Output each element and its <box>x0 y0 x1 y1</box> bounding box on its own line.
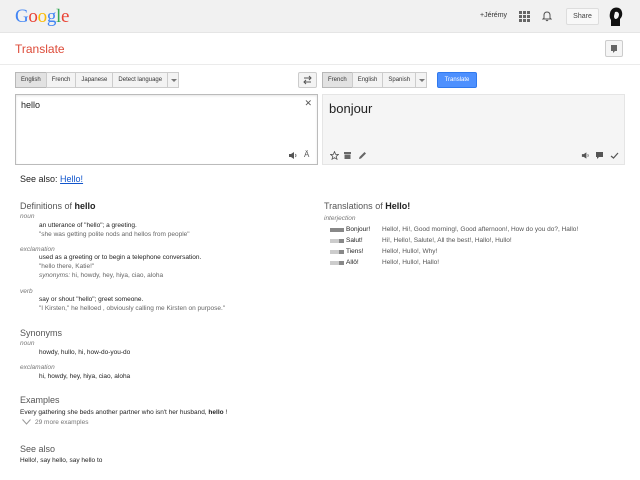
synonyms-words[interactable]: howdy, hullo, hi, how-do-you-do <box>39 349 130 356</box>
speaker-icon[interactable] <box>581 151 590 160</box>
edit-pencil-icon[interactable] <box>358 151 367 160</box>
translation-row: Bonjour! Hello!, Hi!, Good morning!, Good… <box>330 226 630 236</box>
definition-text: used as a greeting or to begin a telepho… <box>39 254 202 261</box>
translate-button[interactable]: Translate <box>437 72 477 88</box>
translation-row: Salut! Hi!, Hello!, Salute!, All the best… <box>330 237 630 247</box>
feedback-button[interactable] <box>605 40 623 57</box>
pos-label: interjection <box>324 215 356 222</box>
example-text-end: ! <box>223 409 228 416</box>
synonyms-list[interactable]: hi, howdy, hey, hiya, ciao, aloha <box>72 272 163 279</box>
language-tab[interactable]: Japanese <box>75 72 114 88</box>
translation-word[interactable]: Tiens! <box>346 248 363 255</box>
definition-example: "she was getting polite nods and hellos … <box>39 231 190 238</box>
source-text-area[interactable]: hello ✕ Ä <box>15 94 318 165</box>
synonyms-title: Synonyms <box>20 328 63 338</box>
see-also-suggestion: See also: Hello! <box>20 174 83 184</box>
target-language-bar: French English Spanish <box>322 72 428 88</box>
definition-example: "I Kirsten," he helloed , obviously call… <box>39 305 226 312</box>
clear-icon[interactable]: ✕ <box>304 98 312 109</box>
language-tab[interactable]: English <box>351 72 384 88</box>
translation-word[interactable]: Bonjour! <box>346 226 370 233</box>
pos-label: noun <box>20 213 35 220</box>
see-also-link[interactable]: Hello! <box>60 174 83 184</box>
pos-label: noun <box>20 340 35 347</box>
reverse-translations[interactable]: Hello!, Hi!, Good morning!, Good afterno… <box>382 226 578 233</box>
see-also-label: See also: <box>20 174 58 184</box>
avatar[interactable] <box>607 6 625 27</box>
pos-label: verb <box>20 288 33 295</box>
definition-text: say or shout "hello"; greet someone. <box>39 296 144 303</box>
reverse-translations[interactable]: Hello!, Hullo!, Hallo! <box>382 259 439 266</box>
logo-letter: e <box>61 6 70 27</box>
page-title: Translate <box>15 42 65 56</box>
share-button[interactable]: Share <box>566 8 599 25</box>
definition-synonyms: synonyms: hi, howdy, hey, hiya, ciao, al… <box>39 272 163 279</box>
logo-letter: o <box>37 6 48 27</box>
top-bar: Google +Jérémy Share <box>0 0 640 33</box>
google-logo[interactable]: Google <box>15 6 69 28</box>
language-tab[interactable]: French <box>45 72 77 88</box>
header-row: Translate <box>0 33 640 65</box>
definitions-title: Definitions of hello <box>20 201 96 211</box>
swap-languages-button[interactable] <box>298 72 317 88</box>
logo-letter: g <box>46 6 57 27</box>
reverse-translations[interactable]: Hello!, Hullo!, Why! <box>382 248 437 255</box>
language-tab[interactable]: English <box>15 72 47 88</box>
translations-word: Hello! <box>385 201 411 211</box>
input-tools-icon[interactable]: Ä <box>304 150 309 159</box>
synonyms-label: synonyms: <box>39 272 71 279</box>
more-examples-label: 29 more examples <box>35 419 89 426</box>
definition-text: an utterance of "hello"; a greeting. <box>39 222 137 229</box>
user-profile-link[interactable]: +Jérémy <box>480 12 507 19</box>
source-language-bar: English French Japanese Detect language <box>15 72 180 88</box>
reverse-translations[interactable]: Hi!, Hello!, Salute!, All the best!, Hal… <box>382 237 512 244</box>
chevron-down-icon[interactable] <box>415 72 428 88</box>
translation-row: Tiens! Hello!, Hullo!, Why! <box>330 248 630 258</box>
chevron-down-icon[interactable] <box>167 72 180 88</box>
language-tab[interactable]: Spanish <box>382 72 417 88</box>
pos-label: exclamation <box>20 246 55 253</box>
result-text[interactable]: bonjour <box>329 101 372 116</box>
translations-title-prefix: Translations of <box>324 201 383 211</box>
phrasebook-icon[interactable] <box>343 151 352 160</box>
star-icon[interactable] <box>330 151 339 160</box>
see-also-title: See also <box>20 444 56 454</box>
swap-icon <box>303 75 312 85</box>
translation-word[interactable]: Salut! <box>346 237 363 244</box>
chevron-down-icon <box>22 419 31 426</box>
speaker-icon[interactable] <box>288 151 298 160</box>
logo-letter: o <box>28 6 38 27</box>
example-sentence: Every gathering she beds another partner… <box>20 409 227 416</box>
more-examples-toggle[interactable]: 29 more examples <box>22 419 88 426</box>
translation-row: Allô! Hello!, Hullo!, Hallo! <box>330 259 630 269</box>
example-highlight: hello <box>208 409 224 416</box>
logo-letter: G <box>15 6 29 27</box>
checkmark-icon[interactable] <box>610 151 619 160</box>
synonyms-words[interactable]: hi, howdy, hey, hiya, ciao, aloha <box>39 373 130 380</box>
see-also-links[interactable]: Hello!, say hello, say hello to <box>20 457 102 464</box>
apps-grid-icon[interactable] <box>519 11 530 22</box>
definitions-title-prefix: Definitions of <box>20 201 73 211</box>
example-text: Every gathering she beds another partner… <box>20 409 209 416</box>
translation-word[interactable]: Allô! <box>346 259 359 266</box>
language-tab[interactable]: French <box>322 72 353 88</box>
source-text[interactable]: hello <box>21 100 40 110</box>
result-panel: bonjour <box>322 94 625 165</box>
definitions-word: hello <box>74 201 96 211</box>
feedback-icon <box>611 45 617 53</box>
feedback-bubble-icon[interactable] <box>595 151 604 160</box>
examples-title: Examples <box>20 395 60 405</box>
language-tab[interactable]: Detect language <box>112 72 169 88</box>
translations-title: Translations of Hello! <box>324 201 410 211</box>
notifications-bell-icon[interactable] <box>542 11 552 22</box>
pos-label: exclamation <box>20 364 55 371</box>
definition-example: "hello there, Katie!" <box>39 263 95 270</box>
